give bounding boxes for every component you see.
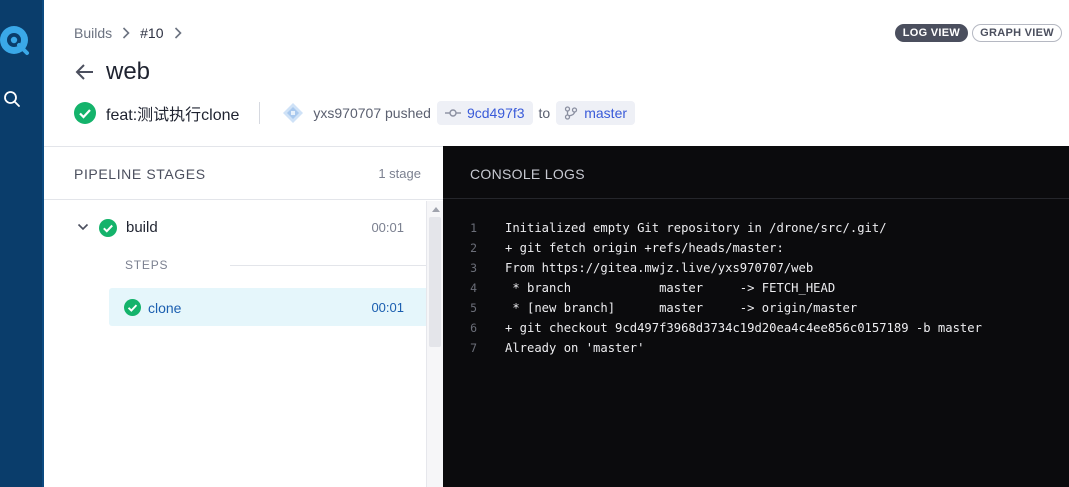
check-circle-icon (74, 102, 96, 124)
breadcrumb: Builds #10 (74, 24, 192, 42)
log-line-number: 1 (470, 221, 477, 235)
log-line-text: + git checkout 9cd497f3968d3734c19d20ea4… (505, 321, 982, 335)
log-line-text: Initialized empty Git repository in /dro… (505, 221, 887, 235)
stage-count: 1 stage (378, 166, 421, 181)
log-line: 5 * [new branch] master -> origin/master (443, 298, 1069, 318)
stage-name: build (126, 219, 158, 236)
log-line-number: 4 (470, 281, 477, 295)
view-toggle: LOG VIEW GRAPH VIEW (894, 24, 1062, 42)
log-view-button[interactable]: LOG VIEW (894, 24, 969, 42)
log-line: 1 Initialized empty Git repository in /dr… (443, 218, 1069, 238)
branch-chip[interactable]: master (556, 101, 636, 125)
commit-message: feat:测试执行clone (106, 107, 240, 124)
pipeline-stages-title: PIPELINE STAGES (74, 166, 206, 182)
breadcrumb-builds-link[interactable]: Builds (74, 25, 112, 41)
log-line-text: * [new branch] master -> origin/master (505, 301, 858, 315)
console-log-lines: 1 Initialized empty Git repository in /dr… (443, 218, 1069, 358)
avatar-icon (283, 103, 304, 123)
scrollbar-thumb[interactable] (429, 217, 441, 347)
steps-label: STEPS (125, 258, 169, 272)
step-row-clone[interactable]: clone 00:01 (109, 288, 426, 326)
pipeline-stages-header: PIPELINE STAGES 1 stage (44, 147, 443, 200)
log-line: 6 + git checkout 9cd497f3968d3734c19d20ea… (443, 318, 1069, 338)
chevron-down-icon[interactable] (77, 221, 89, 233)
chevron-right-icon (174, 27, 182, 39)
page-title: web (106, 58, 151, 85)
log-line: 2 + git fetch origin +refs/heads/master: (443, 238, 1069, 258)
drone-logo-icon[interactable] (0, 22, 32, 58)
branch-name: master (584, 105, 628, 121)
chevron-right-icon (122, 27, 130, 39)
console-title: CONSOLE LOGS (470, 166, 585, 182)
to-label: to (538, 105, 551, 121)
commit-sha: 9cd497f3 (466, 105, 525, 121)
sidebar-rail (0, 0, 44, 487)
scroll-up-arrow-icon[interactable] (432, 207, 440, 212)
console-header: CONSOLE LOGS (443, 146, 1069, 199)
log-line-number: 3 (470, 261, 477, 275)
log-line-number: 7 (470, 341, 477, 355)
log-line-text: From https://gitea.mwjz.live/yxs970707/w… (505, 261, 814, 275)
check-circle-icon (99, 219, 117, 237)
arrow-left-icon[interactable] (74, 61, 96, 83)
graph-view-button[interactable]: GRAPH VIEW (972, 24, 1062, 42)
commit-action: pushed (385, 105, 431, 121)
step-duration: 00:01 (371, 300, 404, 315)
log-line-text: + git fetch origin +refs/heads/master: (505, 241, 784, 255)
search-icon[interactable] (3, 90, 21, 108)
commit-meta: feat:测试执行clone yxs970707 pushed 9cd497f3… (74, 101, 636, 125)
console-panel: CONSOLE LOGS 1 Initialized empty Git repo… (443, 146, 1069, 487)
log-line-text: Already on 'master' (505, 341, 645, 355)
commit-sha-chip[interactable]: 9cd497f3 (436, 101, 533, 125)
log-line-text: * branch master -> FETCH_HEAD (505, 281, 836, 295)
divider (259, 102, 261, 124)
log-line-number: 5 (470, 301, 477, 315)
log-line: 4 * branch master -> FETCH_HEAD (443, 278, 1069, 298)
steps-divider (230, 265, 426, 266)
stage-duration: 00:01 (371, 220, 404, 235)
stage-row-build[interactable]: build 00:01 (44, 217, 426, 239)
check-circle-icon (124, 299, 141, 316)
scrollbar[interactable] (426, 201, 443, 487)
commit-author: yxs970707 (313, 105, 382, 121)
log-line-number: 2 (470, 241, 477, 255)
branch-icon (565, 106, 578, 120)
title-row: web (74, 58, 150, 86)
breadcrumb-build-number[interactable]: #10 (140, 25, 163, 41)
log-line: 7 Already on 'master' (443, 338, 1069, 358)
pipeline-stages-panel: PIPELINE STAGES 1 stage build 00:01 STEP… (44, 146, 443, 487)
log-line-number: 6 (470, 321, 477, 335)
commit-icon (444, 109, 461, 117)
log-line: 3 From https://gitea.mwjz.live/yxs970707/… (443, 258, 1069, 278)
step-name: clone (148, 300, 182, 316)
